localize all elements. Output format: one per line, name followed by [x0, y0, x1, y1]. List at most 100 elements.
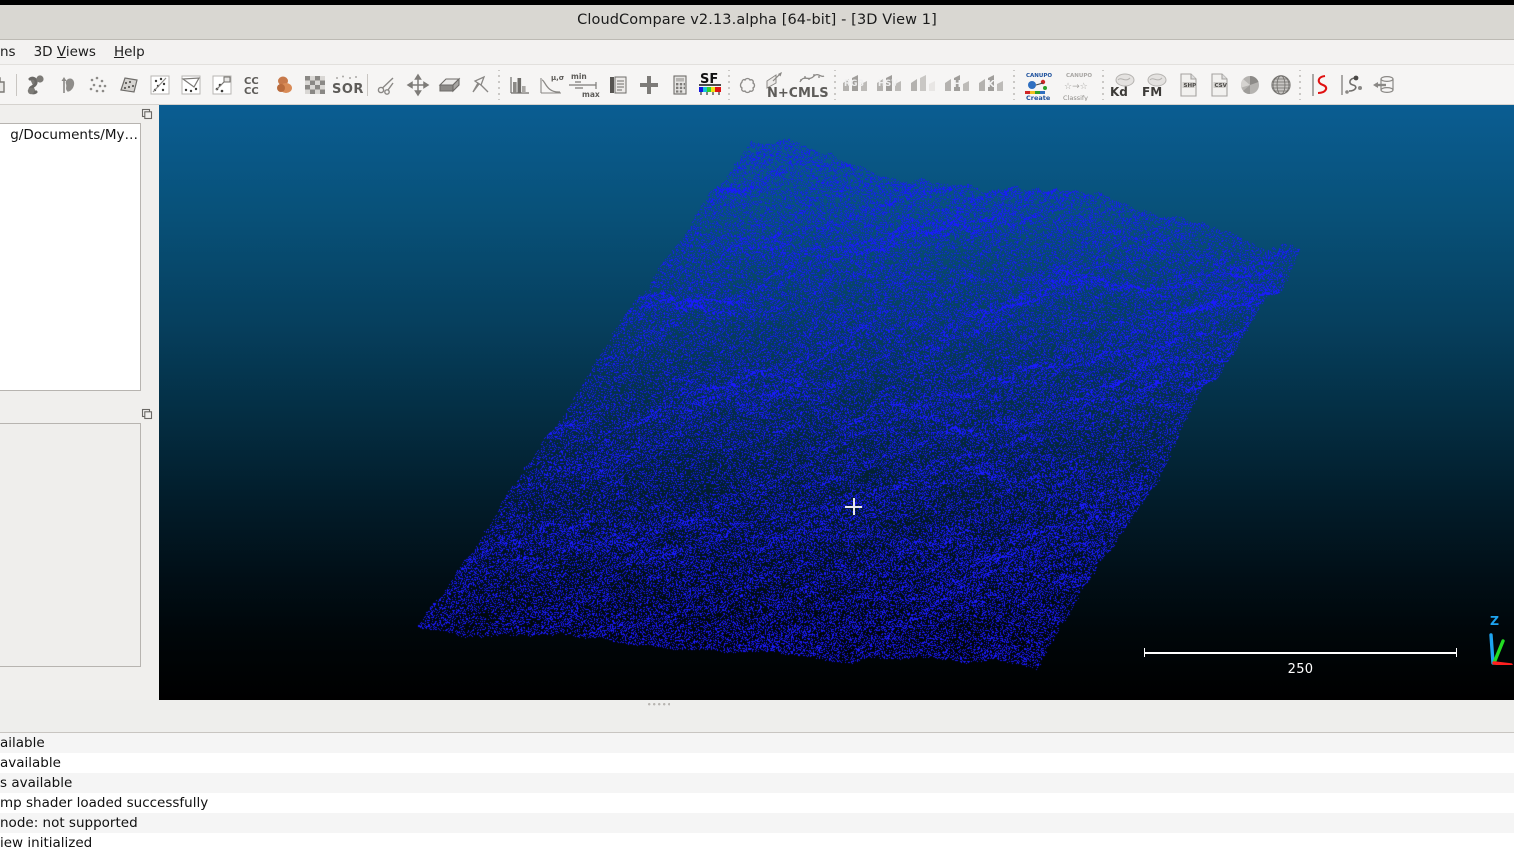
gaussian-filter-icon[interactable]: μ,σ	[535, 69, 566, 101]
left-sidebar: g/Documents/My…	[0, 105, 159, 700]
sf-arithmetic-icon[interactable]	[664, 69, 695, 101]
splitter-grip[interactable]	[648, 703, 670, 707]
unroll-icon[interactable]	[1367, 69, 1398, 101]
svg-text:max: max	[582, 90, 600, 99]
globe-icon[interactable]	[1265, 69, 1296, 101]
properties-body[interactable]	[0, 423, 141, 667]
canupo-classify-icon[interactable]: CANUPO ☆→☆ Classify	[1059, 69, 1099, 101]
main-toolbar: CC CC SOR μ,σ min max SF N+C MLS RGB HSV…	[0, 65, 1514, 105]
toolbar-grip[interactable]	[1296, 69, 1305, 100]
window-top-strip	[0, 0, 1514, 5]
point-pair-align-icon[interactable]	[464, 69, 495, 101]
toolbar-grip[interactable]	[1010, 69, 1019, 100]
db-tree-dock: g/Documents/My…	[0, 105, 159, 393]
plugin-puzzle-icon[interactable]	[734, 69, 765, 101]
csv-export-icon[interactable]: CSV	[1203, 69, 1234, 101]
svg-text:SOR: SOR	[332, 82, 364, 97]
svg-text:CANUPO: CANUPO	[1066, 73, 1092, 79]
toolbar-grip[interactable]	[831, 69, 840, 100]
console-row: iew initialized	[0, 833, 1514, 852]
console-row: s available	[0, 773, 1514, 793]
svg-text:CANUPO: CANUPO	[1026, 73, 1052, 79]
menu-plugins[interactable]: ns	[0, 42, 25, 62]
console-row: mp shader loaded successfully	[0, 793, 1514, 813]
checkerboard-icon[interactable]	[299, 69, 330, 101]
scatter-points-icon[interactable]	[144, 69, 175, 101]
svg-text:HSV: HSV	[878, 79, 898, 89]
kd-tree-icon[interactable]: Kd	[1108, 69, 1140, 101]
main-body: g/Documents/My… 250 Z	[0, 105, 1514, 700]
pie-chart-icon[interactable]	[1234, 69, 1265, 101]
merge-icon[interactable]	[20, 69, 51, 101]
polyline-red-icon[interactable]	[1305, 69, 1336, 101]
properties-header	[0, 405, 159, 423]
cloud-cloud-dist-icon[interactable]: CC CC	[237, 69, 268, 101]
resample-icon[interactable]	[82, 69, 113, 101]
sf-gradient-icon[interactable]	[602, 69, 633, 101]
menu-bar: ns 3D Views Help	[0, 40, 1514, 65]
normals-compute-icon[interactable]	[113, 69, 144, 101]
hsv-convert-icon[interactable]: HSV	[874, 69, 908, 101]
registration-icon[interactable]	[268, 69, 299, 101]
toolbar-separator	[13, 70, 20, 100]
toolbar-separator	[364, 70, 371, 100]
sor-filter-icon[interactable]: SOR	[330, 69, 364, 101]
console-panel[interactable]: ailable available s available mp shader …	[0, 733, 1514, 852]
fm-icon[interactable]: FM	[1140, 69, 1172, 101]
normals-curvature-icon[interactable]: N+C	[765, 69, 797, 101]
canupo-create-icon[interactable]: CANUPO Create	[1019, 69, 1059, 101]
height-filter-icon[interactable]: H	[942, 69, 976, 101]
window-title: CloudCompare v2.13.alpha [64-bit] - [3D …	[577, 11, 937, 28]
title-bar: CloudCompare v2.13.alpha [64-bit] - [3D …	[0, 0, 1514, 40]
console-row: ailable	[0, 733, 1514, 753]
console-row: node: not supported	[0, 813, 1514, 833]
db-tree-item[interactable]: g/Documents/My…	[0, 124, 140, 146]
histogram-icon[interactable]	[504, 69, 535, 101]
menu-help[interactable]: Help	[105, 42, 154, 62]
shp-export-icon[interactable]: SHP	[1172, 69, 1203, 101]
svg-text:μ,σ: μ,σ	[551, 74, 565, 82]
subsample-icon[interactable]	[51, 69, 82, 101]
toolbar-grip[interactable]	[495, 69, 504, 100]
cloudcompare-window: CloudCompare v2.13.alpha [64-bit] - [3D …	[0, 0, 1514, 852]
rgb-convert-icon[interactable]: RGB	[840, 69, 874, 101]
point-picking-icon[interactable]	[1336, 69, 1367, 101]
db-tree-header	[0, 105, 159, 123]
translate-rotate-icon[interactable]	[402, 69, 433, 101]
segment-scissors-icon[interactable]	[371, 69, 402, 101]
svg-text:Create: Create	[1026, 94, 1051, 101]
svg-text:N+C: N+C	[767, 86, 797, 99]
console-row: available	[0, 753, 1514, 773]
svg-text:H: H	[953, 79, 961, 90]
undock-icon[interactable]	[140, 408, 153, 421]
toolbar-grip[interactable]	[725, 69, 734, 100]
svg-text:☆→☆: ☆→☆	[1064, 82, 1088, 92]
label-point-icon[interactable]	[206, 69, 237, 101]
panel-splitter[interactable]	[0, 700, 1514, 733]
kriging-filter-icon[interactable]: K	[976, 69, 1010, 101]
svg-text:K: K	[987, 79, 996, 90]
box-section-icon[interactable]	[433, 69, 464, 101]
svg-text:Kd: Kd	[1110, 85, 1128, 99]
sf-color-scale-icon[interactable]: SF	[695, 69, 725, 101]
svg-text:min: min	[571, 72, 587, 81]
3d-viewport[interactable]: 250 Z	[159, 105, 1514, 700]
toolbar-grip[interactable]	[1099, 69, 1108, 100]
clone-icon[interactable]	[0, 69, 13, 101]
fit-plane-icon[interactable]	[175, 69, 206, 101]
db-tree-body[interactable]: g/Documents/My…	[0, 123, 141, 391]
svg-text:CSV: CSV	[1214, 82, 1227, 88]
point-cloud-canvas[interactable]	[159, 105, 1514, 700]
svg-text:FM: FM	[1142, 85, 1162, 99]
properties-dock	[0, 405, 159, 693]
svg-text:SHP: SHP	[1183, 82, 1196, 88]
undock-icon[interactable]	[140, 108, 153, 121]
cloud-filter-icon[interactable]	[908, 69, 942, 101]
min-max-sf-icon[interactable]: min max	[566, 69, 602, 101]
svg-text:Classify: Classify	[1063, 94, 1088, 101]
sf-add-icon[interactable]	[633, 69, 664, 101]
svg-text:CC: CC	[244, 86, 259, 97]
menu-3d-views[interactable]: 3D Views	[25, 42, 105, 62]
mls-smoothing-icon[interactable]: MLS	[797, 69, 831, 101]
svg-text:MLS: MLS	[798, 86, 829, 99]
